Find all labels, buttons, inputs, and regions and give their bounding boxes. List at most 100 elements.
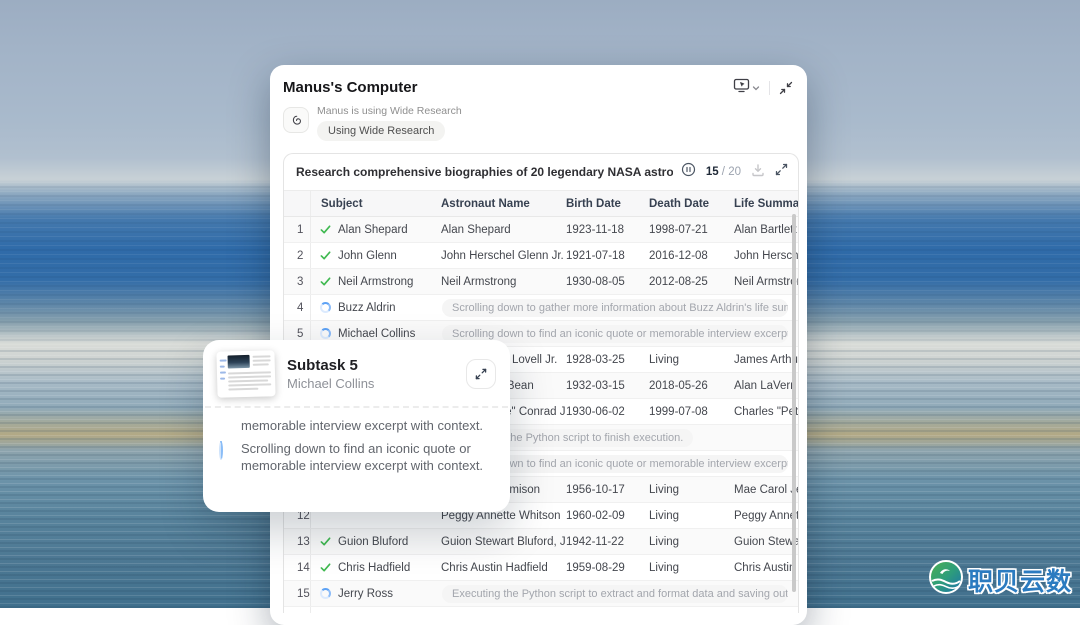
subtask-subject: Michael Collins xyxy=(287,376,466,391)
window-title: Manus's Computer xyxy=(283,79,733,96)
life-summary-cell: Mae Carol Je xyxy=(734,484,798,496)
column-header-index xyxy=(284,191,311,216)
subject-cell: Michael Collins xyxy=(338,328,415,340)
subject-cell: Guion Bluford xyxy=(338,536,408,548)
row-number: 4 xyxy=(284,295,311,320)
birth-date-cell: 1921-07-18 xyxy=(566,250,649,262)
death-date-cell: Living xyxy=(649,510,734,522)
birth-date-cell: 1942-11-22 xyxy=(566,536,649,548)
row-number: 2 xyxy=(284,243,311,268)
birth-date-cell: 1959-08-29 xyxy=(566,562,649,574)
column-header-life-summary: Life Summary xyxy=(734,198,798,210)
astronaut-name-cell: John Herschel Glenn Jr. xyxy=(441,250,566,262)
activity-status-pill: Executing the Python script to extract a… xyxy=(442,585,788,603)
table-header-row: Subject Astronaut Name Birth Date Death … xyxy=(284,191,798,217)
life-summary-cell: Alan Bartlett S xyxy=(734,224,798,236)
watermark: 职贝云数 xyxy=(928,559,1072,600)
birth-date-cell: 1932-03-15 xyxy=(566,380,649,392)
watermark-logo-icon xyxy=(928,559,964,600)
activity-text: Scrolling down to find an iconic quote o… xyxy=(241,440,494,474)
using-wide-research-chip[interactable]: Using Wide Research xyxy=(317,121,445,141)
pause-button[interactable] xyxy=(681,162,696,182)
row-status-icon xyxy=(319,223,332,236)
life-summary-cell: James Arthur xyxy=(734,354,798,366)
death-date-cell: 2018-05-26 xyxy=(649,380,734,392)
expand-subtask-button[interactable] xyxy=(466,359,496,389)
birth-date-cell: 1928-03-25 xyxy=(566,354,649,366)
window-header: Manus's Computer xyxy=(283,77,799,98)
column-header-subject: Subject xyxy=(311,198,441,210)
subject-cell: Neil Armstrong xyxy=(338,276,413,288)
table-row[interactable]: 14 Chris Hadfield Chris Austin Hadfield … xyxy=(284,555,798,581)
subject-cell: Buzz Aldrin xyxy=(338,302,396,314)
table-row[interactable]: 3 Neil Armstrong Neil Armstrong 1930-08-… xyxy=(284,269,798,295)
birth-date-cell: 1930-08-05 xyxy=(566,276,649,288)
row-status-icon xyxy=(319,249,332,262)
display-mode-dropdown[interactable] xyxy=(733,77,760,98)
monitor-icon xyxy=(733,77,750,98)
activity-status-pill: Scrolling down to gather more informatio… xyxy=(442,299,788,317)
life-summary-cell: Charles "Pete xyxy=(734,406,798,418)
subtask-title: Subtask 5 xyxy=(287,357,466,374)
table-row[interactable]: 15 Jerry Ross Executing the Python scrip… xyxy=(284,581,798,607)
column-header-astronaut-name: Astronaut Name xyxy=(441,198,566,210)
subtask-activity-log: memorable interview excerpt with context… xyxy=(203,408,510,492)
wide-research-icon xyxy=(283,107,309,133)
birth-date-cell: 1960-02-09 xyxy=(566,510,649,522)
row-number: 3 xyxy=(284,269,311,294)
activity-line: memorable interview excerpt with context… xyxy=(219,417,494,434)
row-status-icon xyxy=(319,561,332,574)
death-date-cell: Living xyxy=(649,354,734,366)
table-scrollbar-thumb[interactable] xyxy=(792,214,796,592)
watermark-text: 职贝云数 xyxy=(968,562,1072,598)
table-row[interactable]: 1 Alan Shepard Alan Shepard 1923-11-18 1… xyxy=(284,217,798,243)
death-date-cell: 2012-08-25 xyxy=(649,276,734,288)
row-status-icon xyxy=(319,275,332,288)
life-summary-cell: John Hersche xyxy=(734,250,798,262)
collapse-window-button[interactable] xyxy=(779,81,793,95)
table-row[interactable]: 4 Buzz Aldrin Scrolling down to gather m… xyxy=(284,295,798,321)
subject-cell: Jerry Ross xyxy=(338,588,393,600)
death-date-cell: Living xyxy=(649,484,734,496)
agent-status-row: Manus is using Wide Research Using Wide … xyxy=(283,105,799,141)
download-button[interactable] xyxy=(751,163,765,182)
life-summary-cell: Chris Austin H xyxy=(734,562,798,574)
column-header-birth-date: Birth Date xyxy=(566,198,649,210)
table-row[interactable]: 2 John Glenn John Herschel Glenn Jr. 192… xyxy=(284,243,798,269)
life-summary-cell: Neil Armstron xyxy=(734,276,798,288)
loading-spinner-icon xyxy=(219,440,233,474)
activity-line: Scrolling down to find an iconic quote o… xyxy=(219,440,494,474)
research-task-title: Research comprehensive biographies of 20… xyxy=(296,165,673,179)
chevron-down-icon xyxy=(752,79,760,97)
life-summary-cell: Alan LaVern B xyxy=(734,380,798,392)
research-panel-header: Research comprehensive biographies of 20… xyxy=(284,154,798,191)
subject-cell: Alan Shepard xyxy=(338,224,408,236)
row-number: 14 xyxy=(284,555,311,580)
activity-text: memorable interview excerpt with context… xyxy=(241,417,483,434)
table-row[interactable]: 13 Guion Bluford Guion Stewart Bluford, … xyxy=(284,529,798,555)
subject-cell: John Glenn xyxy=(338,250,397,262)
row-status-icon xyxy=(319,301,332,314)
row-status-icon xyxy=(319,535,332,548)
death-date-cell: 2016-12-08 xyxy=(649,250,734,262)
expand-panel-button[interactable] xyxy=(775,163,788,181)
death-date-cell: Living xyxy=(649,536,734,548)
death-date-cell: Living xyxy=(649,562,734,574)
astronaut-name-cell: Guion Stewart Bluford, Jr. xyxy=(441,536,566,548)
life-summary-cell: Peggy Annet xyxy=(734,510,798,522)
death-date-cell: 1998-07-21 xyxy=(649,224,734,236)
row-number: 1 xyxy=(284,217,311,242)
subtask-popup: Subtask 5 Michael Collins memorable inte… xyxy=(203,340,510,512)
progress-counter: 15 / 20 xyxy=(706,166,741,178)
death-date-cell: 1999-07-08 xyxy=(649,406,734,418)
birth-date-cell: 1956-10-17 xyxy=(566,484,649,496)
astronaut-name-cell: Alan Shepard xyxy=(441,224,566,236)
astronaut-name-cell: Neil Armstrong xyxy=(441,276,566,288)
row-number: 15 xyxy=(284,581,311,606)
birth-date-cell: 1923-11-18 xyxy=(566,224,649,236)
webpage-thumbnail[interactable] xyxy=(216,350,275,398)
life-summary-cell: Guion Stewar xyxy=(734,536,798,548)
column-header-death-date: Death Date xyxy=(649,198,734,210)
subject-cell: Chris Hadfield xyxy=(338,562,410,574)
agent-status-text: Manus is using Wide Research xyxy=(317,105,462,117)
